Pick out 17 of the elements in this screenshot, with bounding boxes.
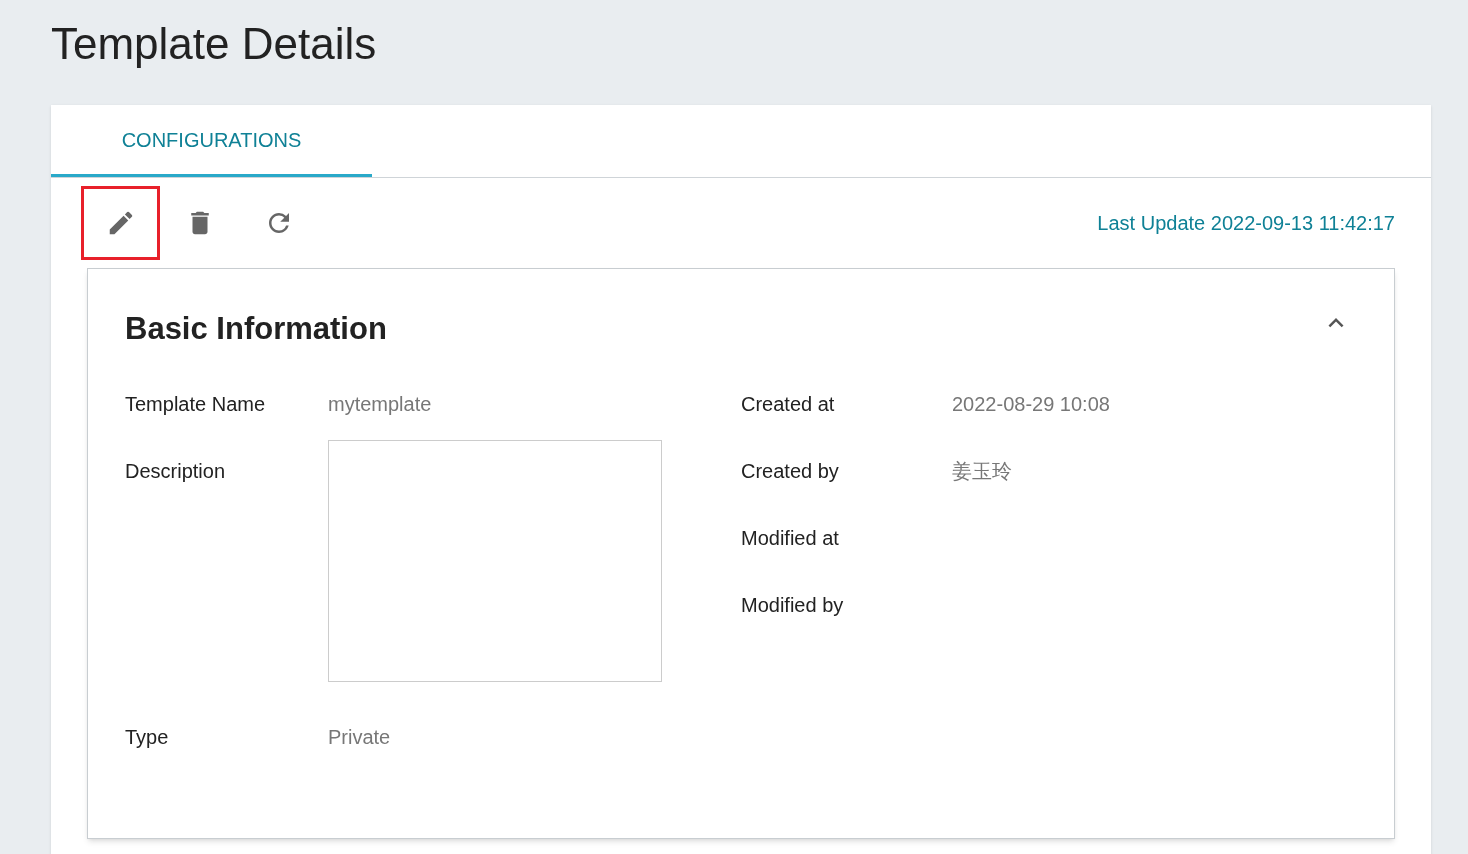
field-label: Type — [125, 725, 170, 750]
last-update-text: Last Update 2022-09-13 11:42:17 — [1097, 211, 1395, 236]
field-label: Modified by — [741, 593, 845, 618]
page-title: Template Details — [51, 18, 377, 70]
tab[interactable]: CONFIGURATIONS — [51, 105, 372, 177]
field-value: Private — [328, 725, 391, 750]
field-value: 姜玉玲 — [952, 459, 1012, 484]
field-label: Created at — [741, 392, 836, 417]
edit-button[interactable] — [81, 186, 160, 260]
field-label: Description — [125, 459, 227, 484]
field-value: 2022-08-29 10:08 — [952, 392, 1110, 417]
field-label: Created by — [741, 459, 840, 484]
description-field[interactable] — [328, 440, 662, 682]
section-title: Basic Information — [125, 309, 387, 348]
field-value: mytemplate — [328, 392, 432, 417]
field-label: Modified at — [741, 526, 840, 551]
field-label: Template Name — [125, 392, 267, 417]
